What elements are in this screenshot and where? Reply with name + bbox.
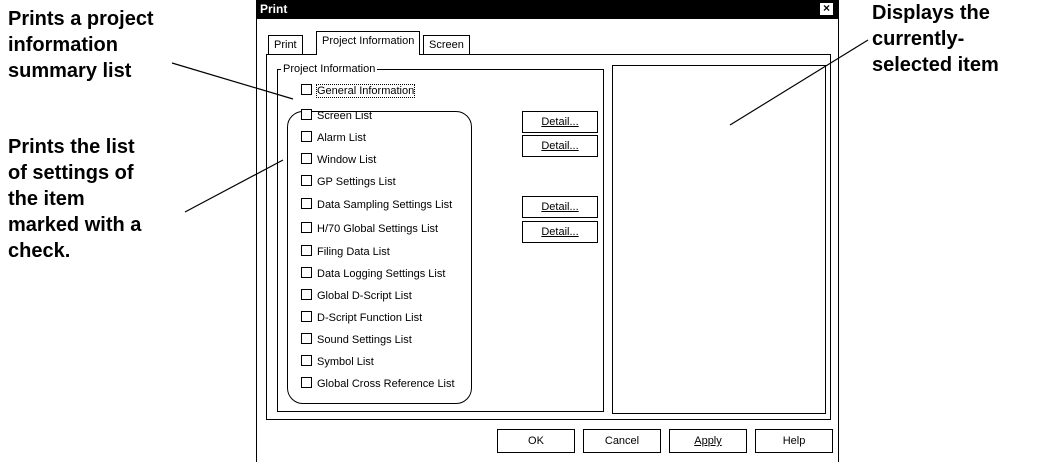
checkbox-label: Sound Settings List [317, 334, 412, 346]
checkbox-item[interactable]: Window List [301, 152, 376, 168]
tab-panel-project-information: Project Information General Information S… [266, 54, 831, 420]
checkbox-item[interactable]: Data Logging Settings List [301, 266, 445, 282]
checkbox[interactable] [301, 131, 312, 142]
detail-button[interactable]: Detail... [522, 111, 598, 133]
checkbox-item[interactable]: Screen List [301, 108, 372, 124]
close-button[interactable]: × [819, 2, 834, 16]
checkbox-label: Data Logging Settings List [317, 268, 446, 280]
checkbox-label: Symbol List [317, 356, 374, 368]
checkbox-label: General Information [315, 84, 416, 98]
checkbox-item[interactable]: D-Script Function List [301, 310, 422, 326]
checkbox[interactable] [301, 198, 312, 209]
checkbox-item[interactable]: Global Cross Reference List [301, 376, 455, 392]
checkbox[interactable] [301, 153, 312, 164]
apply-button[interactable]: Apply [669, 429, 747, 453]
help-button[interactable]: Help [755, 429, 833, 453]
checkbox[interactable] [301, 355, 312, 366]
detail-button[interactable]: Detail... [522, 196, 598, 218]
preview-pane [612, 65, 826, 414]
checkbox-label: Global Cross Reference List [317, 378, 455, 390]
checkbox-item[interactable]: General Information [301, 83, 416, 99]
checkbox[interactable] [301, 222, 312, 233]
callout-project-summary: Prints a project information summary lis… [8, 8, 154, 82]
ok-button[interactable]: OK [497, 429, 575, 453]
tab-print[interactable]: Print [268, 35, 303, 54]
dialog-title: Print [260, 2, 288, 16]
checkbox-item[interactable]: H/70 Global Settings List [301, 221, 438, 237]
checkbox-item[interactable]: Sound Settings List [301, 332, 412, 348]
checkbox[interactable] [301, 333, 312, 344]
detail-button[interactable]: Detail... [522, 135, 598, 157]
checkbox-label: Screen List [317, 110, 373, 122]
cancel-button[interactable]: Cancel [583, 429, 661, 453]
callout-selected-item: Displays the currently- selected item [872, 2, 999, 76]
checkbox-item[interactable]: Alarm List [301, 130, 366, 146]
checkbox-label: GP Settings List [317, 176, 396, 188]
checkbox[interactable] [301, 175, 312, 186]
tab-project-information[interactable]: Project Information [316, 31, 421, 55]
checkbox-item[interactable]: Global D-Script List [301, 288, 412, 304]
checkbox-label: H/70 Global Settings List [317, 223, 439, 235]
checkbox-item[interactable]: Symbol List [301, 354, 374, 370]
close-icon: × [822, 1, 830, 15]
checkbox-label: Alarm List [317, 132, 366, 144]
checkbox[interactable] [301, 109, 312, 120]
detail-button[interactable]: Detail... [522, 221, 598, 243]
checkbox-item[interactable]: Filing Data List [301, 244, 390, 260]
group-title: Project Information [281, 62, 378, 76]
checkbox[interactable] [301, 267, 312, 278]
checkbox[interactable] [301, 245, 312, 256]
checkbox[interactable] [301, 289, 312, 300]
print-dialog: Print × Print Project Information Screen… [256, 0, 839, 462]
callout-settings-list: Prints the list of settings of the item … [8, 136, 142, 262]
checkbox[interactable] [301, 311, 312, 322]
checkbox-label: Data Sampling Settings List [317, 199, 453, 211]
checkbox-label: Filing Data List [317, 246, 390, 258]
checkbox-label: D-Script Function List [317, 312, 423, 324]
tab-screen[interactable]: Screen [423, 35, 470, 54]
checkbox-item[interactable]: GP Settings List [301, 174, 396, 190]
checkbox-item[interactable]: Data Sampling Settings List [301, 197, 452, 213]
checkbox[interactable] [301, 84, 312, 95]
checkbox[interactable] [301, 377, 312, 388]
title-bar: Print × [257, 0, 838, 19]
checkbox-label: Global D-Script List [317, 290, 412, 302]
checkbox-label: Window List [317, 154, 377, 166]
